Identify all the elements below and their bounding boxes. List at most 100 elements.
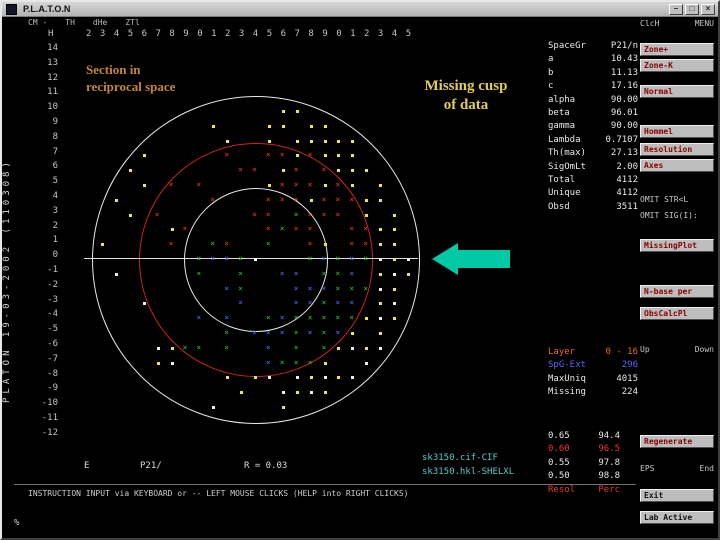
reflection-cross: × [363,255,368,263]
sidebar-button-hommel[interactable]: Hommel [640,125,714,138]
reflection-cross: × [308,359,313,367]
close-button[interactable]: × [701,4,715,15]
reflection-dot [296,376,299,379]
cell-stat-row: b11.13 [548,68,638,81]
reflection-cross: × [335,270,340,278]
sidebar-button-zone[interactable]: Zone+ [640,43,714,56]
layer-stat-row: MaxUniq4015 [548,374,638,387]
reflection-dot [393,273,396,276]
reflection-dot [296,391,299,394]
reflection-cross: × [210,196,215,204]
reflection-dot [324,125,327,128]
reflection-dot [143,184,146,187]
reflection-dot [393,214,396,217]
reflection-cross: × [280,196,285,204]
sidebar-button-normal[interactable]: Normal [640,85,714,98]
cell-stat-row: beta96.01 [548,108,638,121]
reflection-dot [337,376,340,379]
reflection-cross: × [169,240,174,248]
reflection-cross: × [238,270,243,278]
sidebar-button-axes[interactable]: Axes [640,159,714,172]
reflection-dot [337,169,340,172]
reflection-dot [365,214,368,217]
window-title: P.L.A.T.O.N [23,4,70,14]
reflection-cross: × [224,344,229,352]
sidebar-button-n-base-per[interactable]: N-base per [640,285,714,298]
sidebar-label-omit-str-l: OMIT STR<L [640,195,714,204]
missing-cusp-arrow-icon [432,243,512,275]
annotation-section-label: Section in reciprocal space [86,61,175,95]
reflection-cross: × [224,314,229,322]
reflection-dot [212,125,215,128]
bottom-label-e: E [84,461,89,471]
reflection-dot [282,406,285,409]
reflection-dot [226,140,229,143]
reflection-dot [393,243,396,246]
reflection-dot [351,169,354,172]
reflection-cross: × [224,329,229,337]
reflection-dot [282,169,285,172]
reflection-dot [254,258,257,261]
reflection-dot [365,317,368,320]
reflection-dot [115,273,118,276]
reflection-cross: × [183,225,188,233]
reflection-dot [268,184,271,187]
reflection-dot [393,302,396,305]
reflection-cross: × [335,329,340,337]
reflection-cross: × [349,196,354,204]
reflection-cross: × [335,181,340,189]
reflection-cross: × [363,285,368,293]
hkl-file-label: sk3150.hkl-SHELXL [422,467,514,477]
annotation-missing-cusp-label: Missing cusp of data [398,77,534,115]
reflection-cross: × [308,181,313,189]
reflection-cross: × [266,329,271,337]
titlebar[interactable]: P.L.A.T.O.N – □ × [2,2,718,17]
annotation-line: of data [398,96,534,115]
reflection-cross: × [322,270,327,278]
reflection-cross: × [294,196,299,204]
minimize-button[interactable]: – [669,4,683,15]
cell-stat-row: alpha90.00 [548,95,638,108]
reflection-cross: × [294,329,299,337]
resolution-stat-row: 0.5098.8 [548,471,620,484]
sidebar-button-regenerate[interactable]: Regenerate [640,435,714,448]
reflection-dot [310,376,313,379]
arrow-head [432,243,458,275]
sidebar-button-exit[interactable]: Exit [640,489,714,502]
resolution-stats-panel: 0.6594.40.6096.50.5597.80.5098.8ResolPer… [548,431,620,498]
cell-stat-row: Total4112 [548,175,638,188]
cell-stat-row: SigOmLt2.00 [548,162,638,175]
reflection-dot [324,243,327,246]
reflection-dot [393,317,396,320]
reflection-cross: × [266,344,271,352]
sidebar-label-text: Down [695,345,714,354]
reflection-cross: × [224,151,229,159]
reflection-dot [379,302,382,305]
sidebar-button-resolution[interactable]: Resolution [640,143,714,156]
reflection-dot [282,125,285,128]
reflection-cross: × [196,314,201,322]
reflection-cross: × [266,196,271,204]
annotation-line: reciprocal space [86,78,175,95]
reflection-cross: × [363,225,368,233]
sidebar-button-zone-k[interactable]: Zone-K [640,59,714,72]
reflection-cross: × [252,211,257,219]
r-factor-label: R = 0.03 [244,461,287,471]
sidebar-button-missingplot[interactable]: MissingPlot [640,239,714,252]
reflection-cross: × [224,285,229,293]
reflection-dot [351,140,354,143]
reflection-dot [407,273,410,276]
sidebar-button-obscalcpl[interactable]: ObsCalcPl [640,307,714,320]
resolution-stat-row: 0.6096.5 [548,444,620,457]
reflection-dot [379,258,382,261]
platon-window: P.L.A.T.O.N – □ × PLATON 19-03-2002 (110… [0,0,720,540]
reflection-cross: × [294,166,299,174]
cell-stats-panel: SpaceGrP21/na10.43b11.13c17.16alpha90.00… [548,41,638,215]
reflection-dot [379,332,382,335]
sidebar-button-lab-active[interactable]: Lab Active [640,511,714,524]
maximize-button[interactable]: □ [685,4,699,15]
reflection-cross: × [349,285,354,293]
reflection-cross: × [280,151,285,159]
reflection-cross: × [196,181,201,189]
reflection-cross: × [308,240,313,248]
